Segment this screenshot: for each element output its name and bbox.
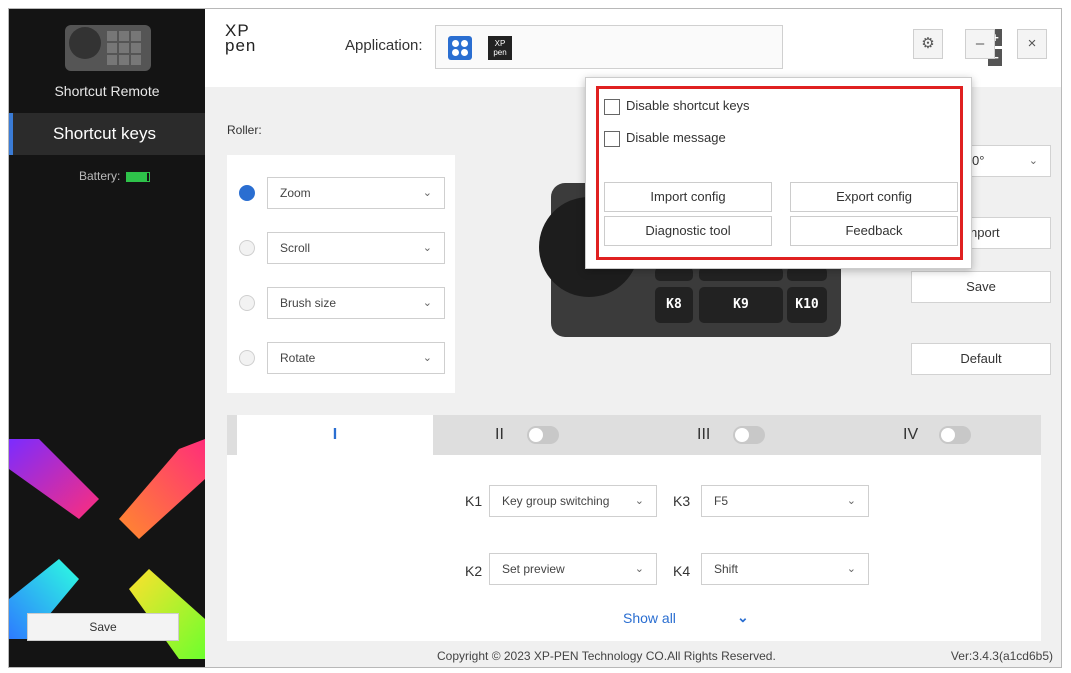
disable-message-option[interactable]: Disable message [604, 130, 726, 147]
key-upper[interactable] [699, 267, 783, 281]
all-apps-icon[interactable] [448, 36, 472, 60]
chevron-down-icon: ⌄ [422, 297, 432, 309]
toggle-switch[interactable] [733, 426, 765, 444]
chevron-down-icon: ⌄ [422, 242, 432, 254]
default-button[interactable]: Default [911, 343, 1051, 375]
sidebar: Shortcut Remote Shortcut keys Battery: S… [9, 9, 205, 667]
tab-group-4[interactable]: IV [903, 415, 1003, 455]
key-group-tabs: I II III IV [227, 415, 1041, 455]
key-assignment-panel: K1 Key group switching ⌄ K3 F5 ⌄ K2 Set pr… [227, 455, 1041, 641]
chevron-down-icon: ⌄ [634, 495, 644, 507]
import-config-button[interactable]: Import config [604, 182, 772, 212]
select-value: Key group switching [502, 494, 610, 508]
tab-group-3[interactable]: III [697, 415, 797, 455]
battery-label: Battery: [79, 169, 121, 183]
sidebar-save-button[interactable]: Save [27, 613, 179, 641]
key-upper[interactable] [655, 267, 693, 281]
chevron-down-icon: ⌄ [422, 187, 432, 199]
roller-select[interactable]: Zoom ⌄ [267, 177, 445, 209]
k1-select[interactable]: Key group switching ⌄ [489, 485, 657, 517]
close-button[interactable]: × [1017, 29, 1047, 59]
radio-button[interactable] [239, 185, 255, 201]
k4-select[interactable]: Shift ⌄ [701, 553, 869, 585]
toggle-switch[interactable] [939, 426, 971, 444]
roller-option-rotate[interactable]: Rotate ⌄ [227, 340, 455, 374]
device-thumbnail-icon[interactable] [63, 21, 153, 73]
roller-option-brush-size[interactable]: Brush size ⌄ [227, 285, 455, 319]
settings-gear-icon[interactable]: ⚙ [913, 29, 943, 59]
select-value: Zoom [280, 186, 311, 200]
select-value: Scroll [280, 241, 311, 255]
tab-label: IV [903, 426, 919, 443]
copyright-text: Copyright © 2023 XP-PEN Technology CO.Al… [437, 649, 776, 663]
select-value: Rotate [280, 351, 316, 365]
roller-select[interactable]: Rotate ⌄ [267, 342, 445, 374]
roller-option-scroll[interactable]: Scroll ⌄ [227, 230, 455, 264]
checkbox-label: Disable shortcut keys [626, 98, 750, 113]
toggle-switch[interactable] [527, 426, 559, 444]
footer: Copyright © 2023 XP-PEN Technology CO.Al… [205, 643, 1061, 667]
application-list[interactable]: XP pen [435, 25, 783, 69]
tab-group-1[interactable]: I [237, 415, 433, 455]
feedback-button[interactable]: Feedback [790, 216, 958, 246]
chevron-down-icon[interactable]: ⌄ [737, 609, 749, 626]
roller-label: Roller: [227, 123, 262, 137]
chevron-down-icon: ⌄ [422, 352, 432, 364]
tab-label: III [697, 426, 711, 443]
minimize-button[interactable]: – [965, 29, 995, 59]
roller-select[interactable]: Brush size ⌄ [267, 287, 445, 319]
radio-button[interactable] [239, 240, 255, 256]
settings-popup: Disable shortcut keys Disable message Im… [585, 77, 972, 269]
key-k8[interactable]: K8 [655, 287, 693, 323]
k4-label: K4 [673, 563, 691, 579]
tab-label: II [495, 426, 504, 443]
battery-icon [126, 171, 151, 182]
k3-select[interactable]: F5 ⌄ [701, 485, 869, 517]
disable-shortcut-keys-option[interactable]: Disable shortcut keys [604, 98, 750, 115]
k2-label: K2 [465, 563, 483, 579]
show-all-link[interactable]: Show all [623, 610, 676, 626]
tab-group-2[interactable]: II [495, 415, 595, 455]
sidebar-item-shortcut-keys[interactable]: Shortcut keys [9, 113, 205, 155]
logo-line2: pen [225, 36, 257, 55]
chevron-down-icon: ⌄ [634, 563, 644, 575]
select-value: Shift [714, 562, 739, 576]
checkbox-label: Disable message [626, 130, 726, 145]
roller-select[interactable]: Scroll ⌄ [267, 232, 445, 264]
application-label: Application: [345, 37, 423, 54]
chevron-down-icon: ⌄ [846, 495, 856, 507]
select-value: F5 [714, 494, 729, 508]
header: XP pen Application: XP pen + − ⚙ – × [205, 9, 1061, 87]
k1-label: K1 [465, 493, 483, 509]
xppen-app-icon[interactable]: XP pen [488, 36, 512, 60]
k2-select[interactable]: Set preview ⌄ [489, 553, 657, 585]
battery-status: Battery: [79, 169, 151, 183]
checkbox[interactable] [604, 98, 620, 115]
select-value: Set preview [502, 562, 565, 576]
radio-button[interactable] [239, 350, 255, 366]
rotation-value: 0° [972, 153, 985, 168]
save-button[interactable]: Save [911, 271, 1051, 303]
key-upper[interactable] [787, 267, 827, 281]
xppen-logo: XP pen [225, 22, 257, 55]
key-k9[interactable]: K9 [699, 287, 783, 323]
key-k10[interactable]: K10 [787, 287, 827, 323]
k3-label: K3 [673, 493, 691, 509]
device-title: Shortcut Remote [54, 83, 160, 99]
export-config-button[interactable]: Export config [790, 182, 958, 212]
checkbox[interactable] [604, 130, 620, 147]
app-window: Shortcut Remote Shortcut keys Battery: S… [8, 8, 1062, 668]
chevron-down-icon: ⌄ [846, 563, 856, 575]
roller-option-zoom[interactable]: Zoom ⌄ [227, 175, 455, 209]
radio-button[interactable] [239, 295, 255, 311]
select-value: Brush size [280, 296, 337, 310]
roller-panel: Zoom ⌄ Scroll ⌄ Brush size ⌄ Rotate ⌄ [227, 155, 455, 393]
sidebar-item-label: Shortcut keys [53, 124, 156, 143]
chevron-down-icon: ⌄ [1028, 155, 1038, 167]
diagnostic-tool-button[interactable]: Diagnostic tool [604, 216, 772, 246]
version-text: Ver:3.4.3(a1cd6b5) [950, 649, 1053, 663]
